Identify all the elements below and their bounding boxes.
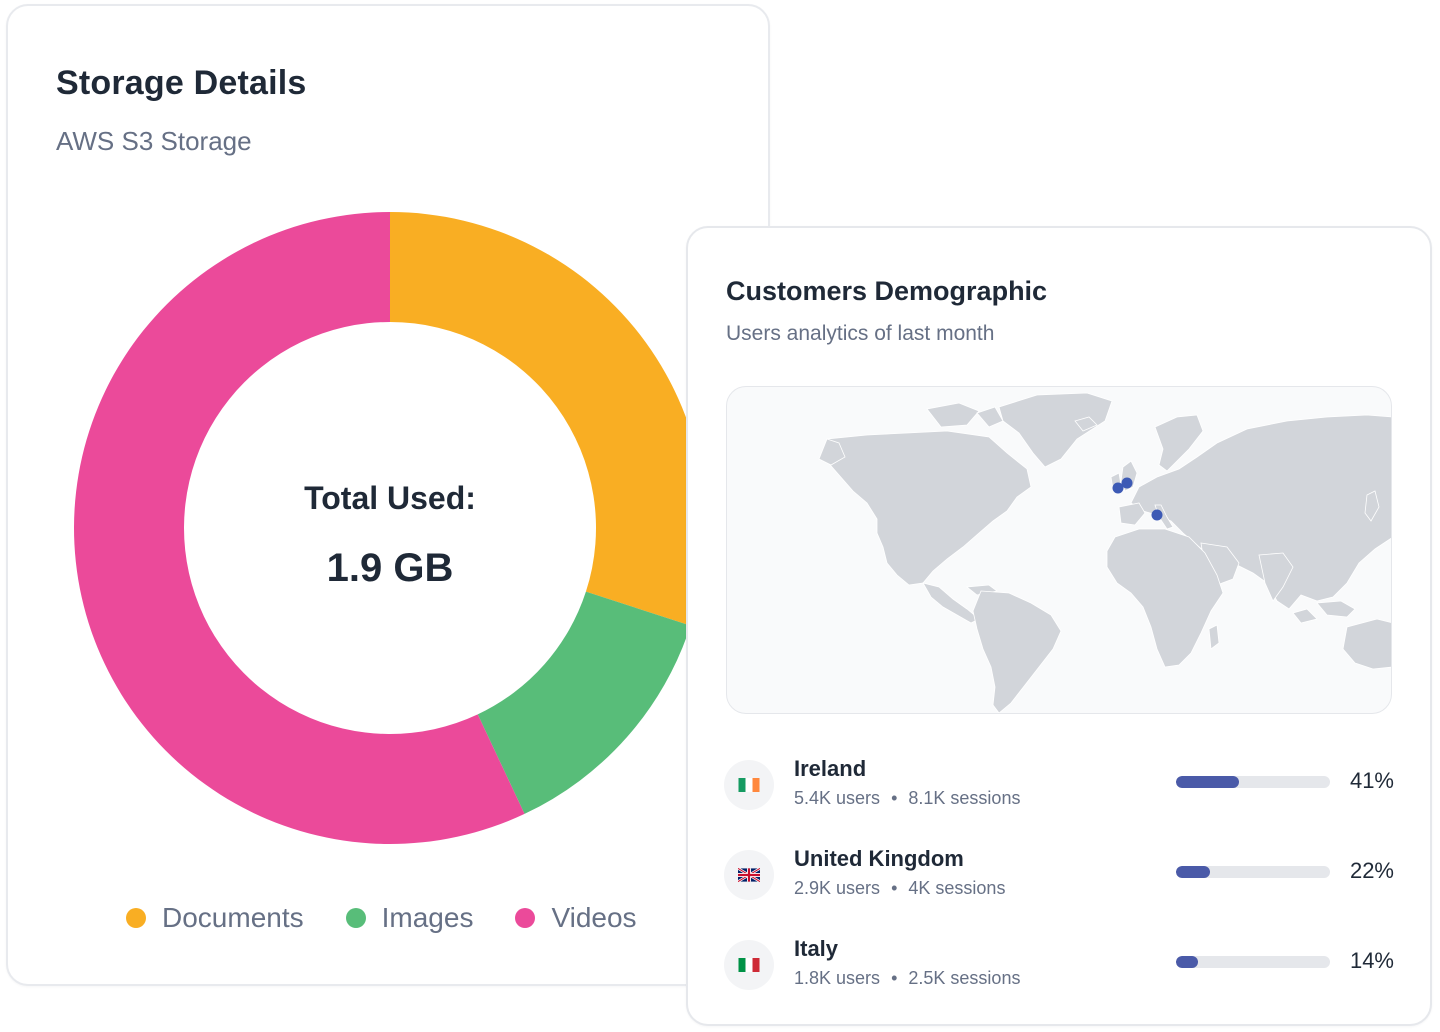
uk-flag-icon [724,850,774,900]
donut-svg [74,212,706,844]
country-users: 2.9K users [794,878,881,898]
legend-dot-documents [126,908,146,928]
map-marker-italy[interactable] [1151,509,1163,521]
country-row-italy[interactable]: Italy 1.8K users • 2.5K sessions 14% [724,936,1394,1000]
map-land-madagascar [1208,624,1220,650]
country-name: Italy [794,936,839,961]
meta-separator: • [891,788,898,808]
donut-center-label: Total Used: [304,480,476,516]
demographic-title: Customers Demographic [726,276,1048,306]
ireland-flag-icon [724,760,774,810]
country-percent: 22% [1349,858,1394,883]
country-sessions: 2.5K sessions [908,968,1021,988]
world-map[interactable] [726,386,1392,714]
progress-track [1176,866,1330,878]
map-land-south-america [972,590,1062,713]
country-name: United Kingdom [794,846,964,871]
customers-demographic-card: Customers Demographic Users analytics of… [686,226,1432,1026]
legend-item-documents[interactable]: Documents [126,902,304,934]
country-meta: 1.8K users • 2.5K sessions [794,968,1020,989]
country-meta: 2.9K users • 4K sessions [794,878,1005,899]
country-percent: 41% [1349,768,1394,793]
legend-label-videos: Videos [551,902,637,933]
map-land-iberia [1118,502,1146,526]
legend-dot-images [345,908,366,928]
country-row-united-kingdom[interactable]: United Kingdom 2.9K users • 4K sessions … [724,846,1394,910]
country-users: 1.8K users [794,968,881,988]
legend-item-images[interactable]: Images [345,902,474,934]
map-land-australia [1342,618,1391,670]
country-users: 5.4K users [794,788,881,808]
progress-fill [1176,776,1240,788]
legend-label-documents: Documents [162,902,304,933]
demographic-subtitle: Users analytics of last month [726,322,995,345]
map-land-arctic-islands-2 [976,406,1004,428]
map-land-indonesia [1292,608,1318,624]
map-land-arctic-islands-1 [926,402,980,428]
donut-slice-images[interactable] [477,591,691,814]
italy-flag-icon [724,940,774,990]
storage-subtitle: AWS S3 Storage [56,126,252,156]
country-meta: 5.4K users • 8.1K sessions [794,788,1020,809]
storage-details-card: Storage Details AWS S3 Storage Total Use… [6,4,770,986]
map-land-southeast-asia [1316,600,1356,618]
country-sessions: 4K sessions [908,878,1006,898]
legend-label-images: Images [381,902,474,933]
country-row-ireland[interactable]: Ireland 5.4K users • 8.1K sessions 41% [724,756,1394,820]
country-percent: 14% [1349,948,1394,973]
legend-dot-videos [515,908,536,928]
legend-item-videos[interactable]: Videos [515,902,637,934]
progress-fill [1176,956,1198,968]
progress-fill [1176,866,1210,878]
map-marker-united-kingdom[interactable] [1121,477,1133,489]
progress-track [1176,956,1330,968]
donut-center-value: 1.9 GB [326,546,454,590]
storage-donut-chart: Total Used: 1.9 GB [74,212,706,844]
storage-title: Storage Details [56,64,307,102]
progress-track [1176,776,1330,788]
country-name: Ireland [794,756,867,781]
map-land [818,392,1391,713]
map-land-greenland [998,392,1113,468]
meta-separator: • [891,878,898,898]
map-land-north-america [824,430,1032,586]
world-map-svg [818,392,1391,713]
meta-separator: • [891,968,898,988]
country-sessions: 8.1K sessions [908,788,1021,808]
chart-legend: Documents Images Videos [126,902,637,934]
